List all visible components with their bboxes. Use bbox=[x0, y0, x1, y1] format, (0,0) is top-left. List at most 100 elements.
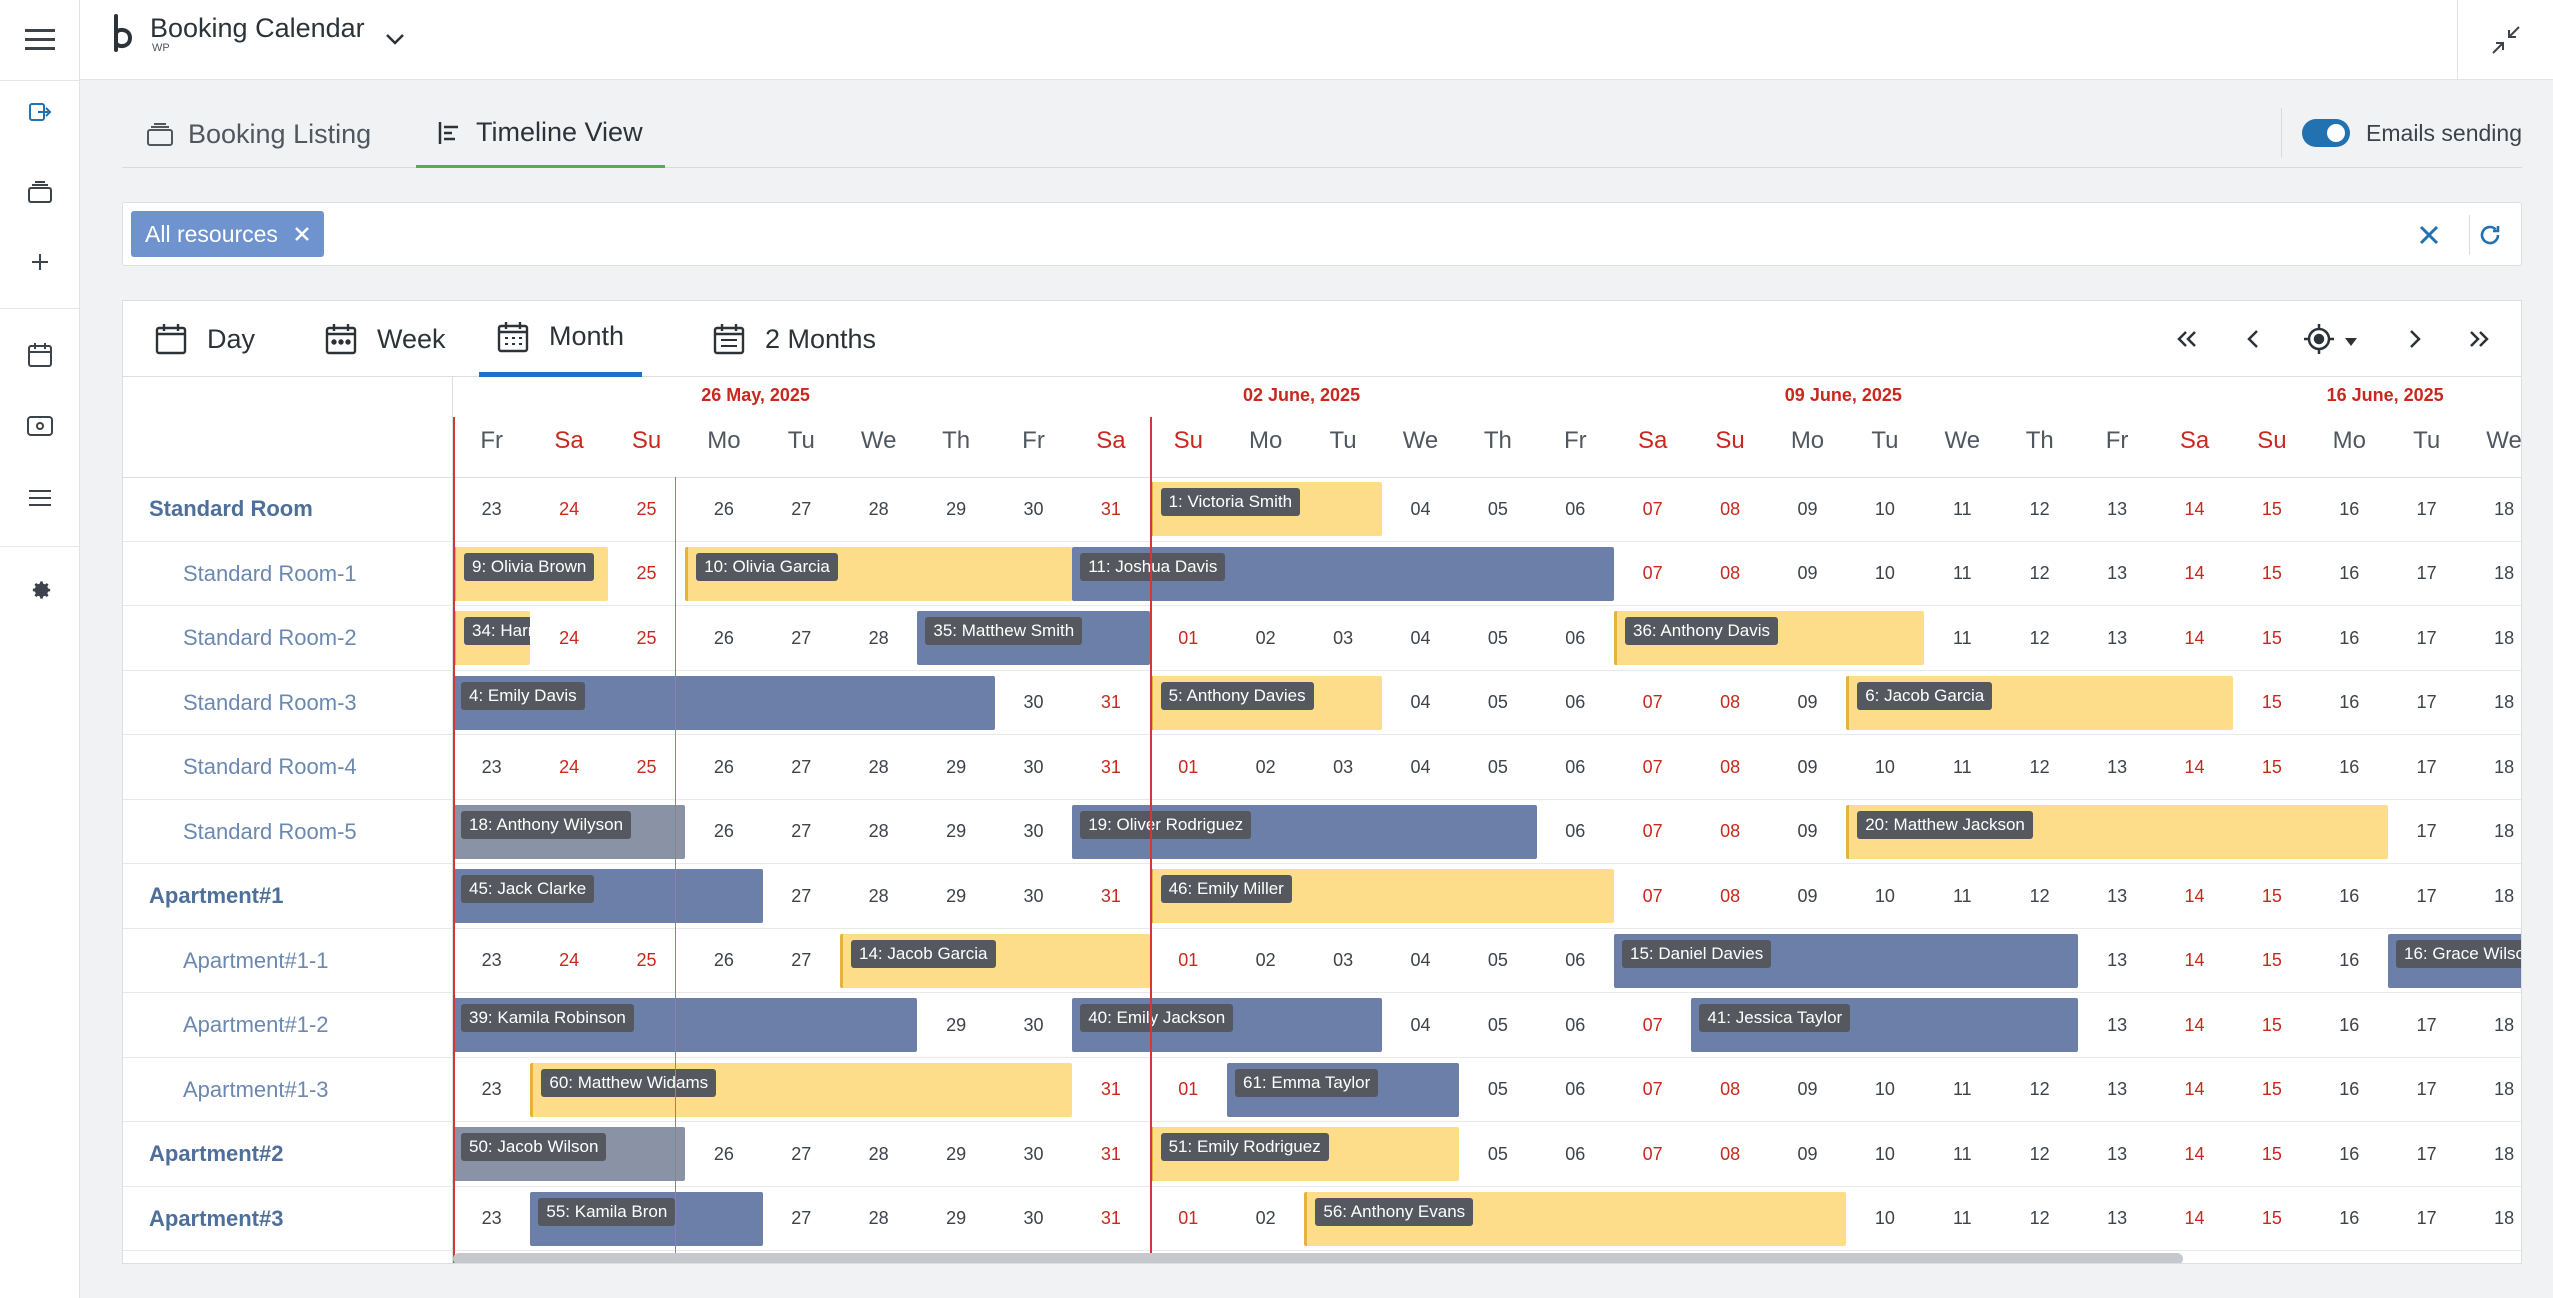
day-cell[interactable]: 18 bbox=[2465, 1122, 2521, 1187]
day-cell[interactable]: 17 bbox=[2388, 542, 2465, 607]
resource-label[interactable]: Standard Room-5 bbox=[123, 800, 453, 865]
view-week[interactable]: Week bbox=[325, 301, 446, 377]
tab-booking-listing[interactable]: Booking Listing bbox=[146, 100, 371, 168]
day-cell[interactable]: 09 bbox=[1769, 1058, 1846, 1123]
day-cell[interactable]: 13 bbox=[2078, 735, 2155, 800]
day-cell[interactable]: 11 bbox=[1924, 1058, 2001, 1123]
day-cell[interactable]: 12 bbox=[2001, 864, 2078, 929]
day-cell[interactable]: 10 bbox=[1846, 477, 1923, 542]
day-cell[interactable]: 10 bbox=[1846, 542, 1923, 607]
day-cell[interactable]: 16 bbox=[2311, 735, 2388, 800]
day-cell[interactable]: 07 bbox=[1614, 542, 1691, 607]
horizontal-scrollbar[interactable] bbox=[453, 1253, 2183, 1263]
resource-label[interactable]: Apartment#2 bbox=[123, 1122, 453, 1187]
day-cell[interactable]: 02 bbox=[1227, 1187, 1304, 1252]
day-cell[interactable]: 29 bbox=[917, 1122, 994, 1187]
day-cell[interactable]: 11 bbox=[1924, 735, 2001, 800]
day-cell[interactable]: 06 bbox=[1537, 800, 1614, 865]
booking-bar[interactable]: 10: Olivia Garcia bbox=[685, 546, 1073, 601]
day-cell[interactable]: 07 bbox=[1614, 1122, 1691, 1187]
day-cell[interactable]: 30 bbox=[995, 800, 1072, 865]
day-cell[interactable]: 16 bbox=[2311, 1058, 2388, 1123]
day-cell[interactable]: 28 bbox=[840, 477, 917, 542]
booking-bar[interactable]: 20: Matthew Jackson bbox=[1846, 804, 2388, 859]
resource-label[interactable]: Apartment#1-1 bbox=[123, 929, 453, 994]
day-cell[interactable]: 09 bbox=[1769, 1122, 1846, 1187]
day-cell[interactable]: 01 bbox=[1150, 735, 1227, 800]
day-cell[interactable]: 11 bbox=[1924, 542, 2001, 607]
day-cell[interactable]: 27 bbox=[763, 1122, 840, 1187]
day-cell[interactable]: 24 bbox=[530, 606, 607, 671]
day-cell[interactable]: 06 bbox=[1537, 1058, 1614, 1123]
day-cell[interactable]: 02 bbox=[1227, 929, 1304, 994]
day-cell[interactable]: 25 bbox=[608, 477, 685, 542]
day-cell[interactable]: 15 bbox=[2233, 929, 2310, 994]
view-month[interactable]: Month bbox=[479, 301, 643, 377]
day-cell[interactable]: 01 bbox=[1150, 1187, 1227, 1252]
day-cell[interactable]: 13 bbox=[2078, 1058, 2155, 1123]
day-cell[interactable]: 08 bbox=[1691, 1058, 1768, 1123]
day-cell[interactable]: 09 bbox=[1769, 477, 1846, 542]
day-cell[interactable]: 18 bbox=[2465, 671, 2521, 736]
day-cell[interactable]: 05 bbox=[1459, 477, 1536, 542]
day-cell[interactable]: 28 bbox=[840, 800, 917, 865]
day-cell[interactable]: 30 bbox=[995, 735, 1072, 800]
day-cell[interactable]: 15 bbox=[2233, 1187, 2310, 1252]
resource-label[interactable]: Apartment#1-3 bbox=[123, 1058, 453, 1123]
booking-bar[interactable]: 51: Emily Rodriguez bbox=[1149, 1127, 1460, 1181]
day-cell[interactable]: 26 bbox=[685, 800, 762, 865]
day-cell[interactable]: 13 bbox=[2078, 929, 2155, 994]
day-cell[interactable]: 08 bbox=[1691, 671, 1768, 736]
day-cell[interactable]: 27 bbox=[763, 800, 840, 865]
day-cell[interactable]: 08 bbox=[1691, 542, 1768, 607]
day-cell[interactable]: 18 bbox=[2465, 542, 2521, 607]
day-cell[interactable]: 15 bbox=[2233, 671, 2310, 736]
day-cell[interactable]: 25 bbox=[608, 929, 685, 994]
day-cell[interactable]: 06 bbox=[1537, 477, 1614, 542]
booking-bar[interactable]: 19: Oliver Rodriguez bbox=[1072, 804, 1537, 859]
day-cell[interactable]: 07 bbox=[1614, 477, 1691, 542]
day-cell[interactable]: 26 bbox=[685, 477, 762, 542]
day-cell[interactable]: 06 bbox=[1537, 929, 1614, 994]
view-2-months[interactable]: 2 Months bbox=[713, 301, 876, 377]
stack-icon[interactable] bbox=[0, 162, 80, 222]
resource-label[interactable]: Standard Room-4 bbox=[123, 735, 453, 800]
booking-bar[interactable]: 45: Jack Clarke bbox=[453, 869, 763, 923]
chevron-down-icon[interactable] bbox=[385, 32, 405, 46]
day-cell[interactable]: 05 bbox=[1459, 929, 1536, 994]
day-cell[interactable]: 08 bbox=[1691, 477, 1768, 542]
day-cell[interactable]: 05 bbox=[1459, 993, 1536, 1058]
day-cell[interactable]: 17 bbox=[2388, 800, 2465, 865]
day-cell[interactable]: 15 bbox=[2233, 477, 2310, 542]
menu-icon[interactable] bbox=[0, 10, 80, 70]
day-cell[interactable]: 31 bbox=[1072, 864, 1149, 929]
day-cell[interactable]: 05 bbox=[1459, 735, 1536, 800]
list-icon[interactable] bbox=[0, 468, 80, 528]
day-cell[interactable]: 09 bbox=[1769, 671, 1846, 736]
day-cell[interactable]: 12 bbox=[2001, 606, 2078, 671]
day-cell[interactable]: 12 bbox=[2001, 1187, 2078, 1252]
booking-bar[interactable]: 34: Harry Evans bbox=[453, 611, 531, 665]
day-cell[interactable]: 01 bbox=[1150, 606, 1227, 671]
day-cell[interactable]: 12 bbox=[2001, 1058, 2078, 1123]
day-cell[interactable]: 03 bbox=[1304, 606, 1381, 671]
day-cell[interactable]: 18 bbox=[2465, 477, 2521, 542]
day-cell[interactable]: 15 bbox=[2233, 606, 2310, 671]
booking-bar[interactable]: 40: Emily Jackson bbox=[1072, 998, 1382, 1052]
day-cell[interactable]: 29 bbox=[917, 735, 994, 800]
day-cell[interactable]: 16 bbox=[2311, 477, 2388, 542]
day-cell[interactable]: 07 bbox=[1614, 864, 1691, 929]
day-cell[interactable]: 02 bbox=[1227, 606, 1304, 671]
emails-sending-toggle[interactable]: Emails sending bbox=[2281, 108, 2522, 158]
day-cell[interactable]: 14 bbox=[2156, 477, 2233, 542]
day-cell[interactable]: 16 bbox=[2311, 1122, 2388, 1187]
day-cell[interactable]: 10 bbox=[1846, 1122, 1923, 1187]
day-cell[interactable]: 24 bbox=[530, 929, 607, 994]
resource-label[interactable]: Standard Room-3 bbox=[123, 671, 453, 736]
day-cell[interactable]: 14 bbox=[2156, 929, 2233, 994]
day-cell[interactable]: 03 bbox=[1304, 735, 1381, 800]
day-cell[interactable]: 01 bbox=[1150, 1058, 1227, 1123]
day-cell[interactable]: 16 bbox=[2311, 671, 2388, 736]
booking-bar[interactable]: 41: Jessica Taylor bbox=[1691, 998, 2079, 1052]
day-cell[interactable]: 14 bbox=[2156, 993, 2233, 1058]
